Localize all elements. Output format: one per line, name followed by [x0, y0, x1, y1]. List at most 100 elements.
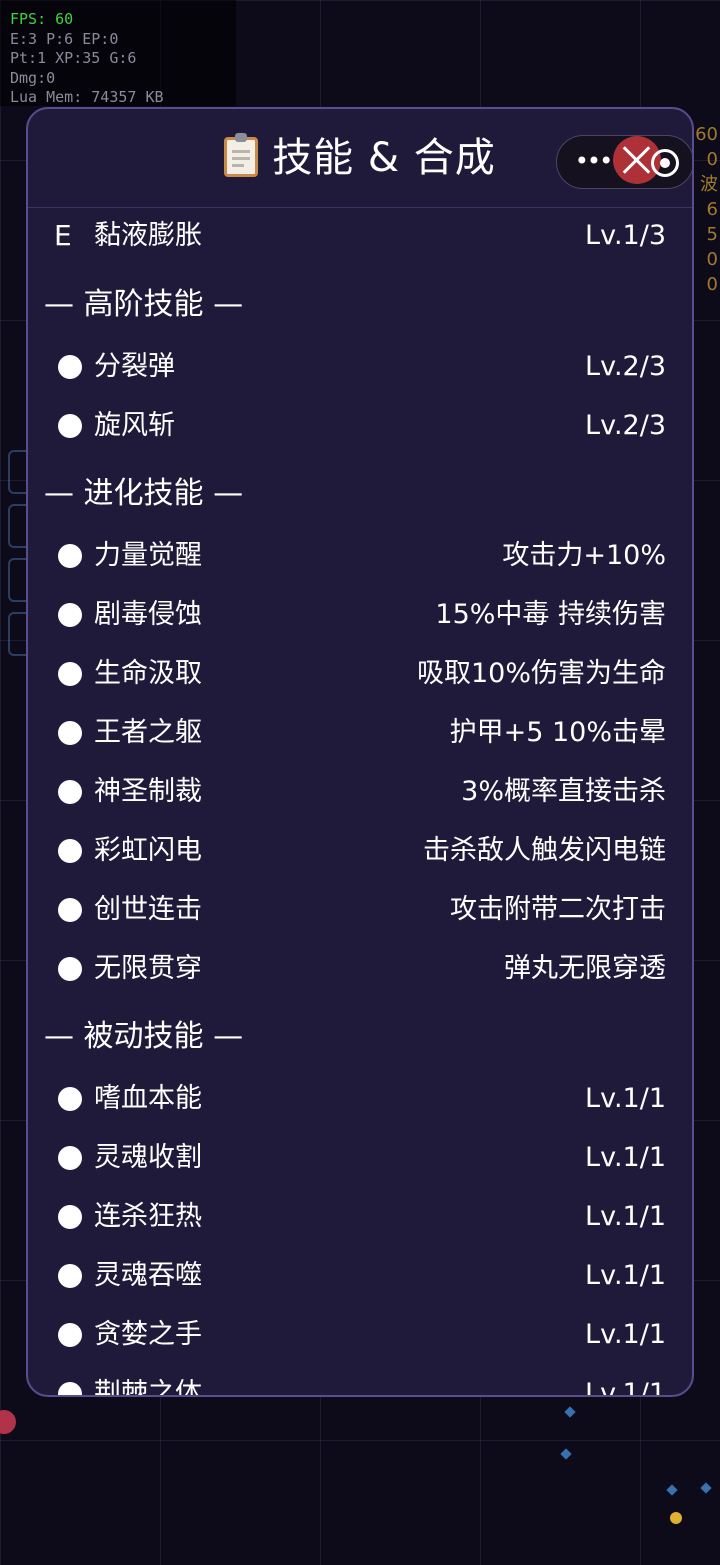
skill-level: Lv.1/1	[585, 1319, 666, 1350]
skill-level: Lv.1/1	[585, 1142, 666, 1173]
bullet-icon	[58, 603, 82, 627]
skill-level: Lv.1/1	[585, 1378, 666, 1397]
skill-row[interactable]: 生命汲取 吸取10%伤害为生命	[28, 645, 692, 704]
gold-coin	[670, 1512, 682, 1524]
bullet-icon	[58, 662, 82, 686]
debug-memory: Lua Mem: 74357 KB	[10, 88, 164, 106]
section-title: — 进化技能 —	[44, 476, 244, 511]
panel-header: 技能 & 合成 •••	[28, 109, 692, 208]
skill-name: 生命汲取	[94, 658, 202, 689]
hud-stat: 0	[706, 249, 718, 270]
bullet-icon	[58, 898, 82, 922]
skill-row[interactable]: 力量觉醒 攻击力+10%	[28, 527, 692, 586]
skill-name: 灵魂吞噬	[94, 1260, 202, 1291]
more-icon[interactable]: •••	[573, 144, 613, 180]
skill-name: 黏液膨胀	[94, 220, 202, 251]
debug-points: Pt:1 XP:35 G:6	[10, 49, 137, 67]
skill-row[interactable]: 剧毒侵蚀 15%中毒 持续伤害	[28, 586, 692, 645]
skill-row[interactable]: 创世连击 攻击附带二次打击	[28, 881, 692, 940]
xp-gem	[666, 1484, 678, 1496]
game-stage: FPS: 60 E:3 P:6 EP:0 Pt:1 XP:35 G:6 Dmg:…	[0, 0, 720, 1565]
bullet-icon	[58, 1382, 82, 1395]
skill-row[interactable]: 荆棘之体 Lv.1/1	[28, 1365, 692, 1397]
debug-entities: E:3 P:6 EP:0	[10, 29, 119, 48]
section-header-advanced: — 高阶技能 —	[28, 267, 692, 338]
bullet-icon	[58, 721, 82, 745]
bullet-icon	[58, 1205, 82, 1229]
bullet-icon	[58, 1264, 82, 1288]
skill-name: 荆棘之体	[94, 1378, 202, 1397]
skill-level: Lv.1/1	[585, 1260, 666, 1291]
skill-info: 3%概率直接击杀	[461, 776, 666, 807]
skill-level: Lv.1/3	[585, 220, 666, 251]
skill-row[interactable]: 王者之躯 护甲+5 10%击晕	[28, 704, 692, 763]
active-skill-row[interactable]: E 黏液膨胀 Lv.1/3	[28, 207, 692, 267]
skill-info: 攻击附带二次打击	[450, 894, 666, 925]
skill-hotkey: E	[54, 219, 72, 252]
hud-stat: 5	[706, 224, 718, 245]
skill-name: 王者之躯	[94, 717, 202, 748]
skill-row[interactable]: 连杀狂热 Lv.1/1	[28, 1188, 692, 1247]
debug-fps: FPS: 60	[10, 10, 74, 28]
section-header-evolution: — 进化技能 —	[28, 456, 692, 527]
skill-row[interactable]: 彩虹闪电 击杀敌人触发闪电链	[28, 822, 692, 881]
section-title: — 被动技能 —	[44, 1019, 244, 1054]
skill-name: 无限贯穿	[94, 953, 202, 984]
clipboard-icon	[224, 133, 259, 177]
skill-row[interactable]: 灵魂吞噬 Lv.1/1	[28, 1247, 692, 1306]
skill-info: 弹丸无限穿透	[504, 953, 666, 984]
skills-list: E 黏液膨胀 Lv.1/3 — 高阶技能 — 分裂弹 Lv.2/3 旋风斩 Lv…	[28, 207, 692, 1397]
hud-stat: 0	[706, 149, 718, 170]
enemy-sprite	[0, 1410, 16, 1434]
panel-title-text: 技能 & 合成	[272, 135, 496, 181]
bullet-icon	[58, 1087, 82, 1111]
skill-name: 神圣制裁	[94, 776, 202, 807]
xp-gem	[564, 1406, 576, 1418]
skill-row[interactable]: 无限贯穿 弹丸无限穿透	[28, 940, 692, 999]
section-title: — 高阶技能 —	[44, 287, 244, 322]
hud-stat: 60	[695, 124, 718, 145]
skill-info: 攻击力+10%	[502, 540, 666, 571]
skills-panel: 技能 & 合成 ••• E 黏液膨胀 Lv.1/3 — 高阶技能 — 分裂弹 L…	[26, 107, 694, 1397]
debug-overlay: FPS: 60 E:3 P:6 EP:0 Pt:1 XP:35 G:6 Dmg:…	[0, 0, 236, 106]
skill-info: 吸取10%伤害为生命	[416, 658, 666, 689]
skill-name: 力量觉醒	[94, 540, 202, 571]
debug-damage: Dmg:0	[10, 68, 56, 87]
xp-gem	[560, 1448, 572, 1460]
skill-row[interactable]: 灵魂收割 Lv.1/1	[28, 1129, 692, 1188]
skill-name: 连杀狂热	[94, 1201, 202, 1232]
hud-stat: 波	[700, 174, 718, 195]
skill-info: Lv.2/3	[585, 351, 666, 382]
skill-name: 分裂弹	[94, 351, 175, 382]
bullet-icon	[58, 839, 82, 863]
bullet-icon	[58, 544, 82, 568]
skill-name: 贪婪之手	[94, 1319, 202, 1350]
skill-row[interactable]: 旋风斩 Lv.2/3	[28, 397, 692, 456]
skill-name: 旋风斩	[94, 410, 175, 441]
skill-name: 剧毒侵蚀	[94, 599, 202, 630]
skill-name: 灵魂收割	[94, 1142, 202, 1173]
hud-stat: 0	[706, 274, 718, 295]
bullet-icon	[58, 1146, 82, 1170]
skill-name: 彩虹闪电	[94, 835, 202, 866]
skill-info: 击杀敌人触发闪电链	[423, 835, 666, 866]
hud-stat: 6	[706, 199, 718, 220]
skill-info: Lv.2/3	[585, 410, 666, 441]
skill-row[interactable]: 分裂弹 Lv.2/3	[28, 338, 692, 397]
hud-right-stats: 60 0 波 6 5 0 0	[695, 122, 718, 297]
bullet-icon	[58, 1323, 82, 1347]
skill-info: 护甲+5 10%击晕	[449, 717, 666, 748]
skill-name: 创世连击	[94, 894, 202, 925]
section-header-passive: — 被动技能 —	[28, 999, 692, 1070]
skill-row[interactable]: 贪婪之手 Lv.1/1	[28, 1306, 692, 1365]
skill-row[interactable]: 神圣制裁 3%概率直接击杀	[28, 763, 692, 822]
bullet-icon	[58, 780, 82, 804]
skill-level: Lv.1/1	[585, 1083, 666, 1114]
skill-row[interactable]: 嗜血本能 Lv.1/1	[28, 1070, 692, 1129]
bullet-icon	[58, 355, 82, 379]
bullet-icon	[58, 957, 82, 981]
skill-name: 嗜血本能	[94, 1083, 202, 1114]
bullet-icon	[58, 414, 82, 438]
exit-target-icon[interactable]	[651, 149, 679, 177]
xp-gem	[700, 1482, 712, 1494]
